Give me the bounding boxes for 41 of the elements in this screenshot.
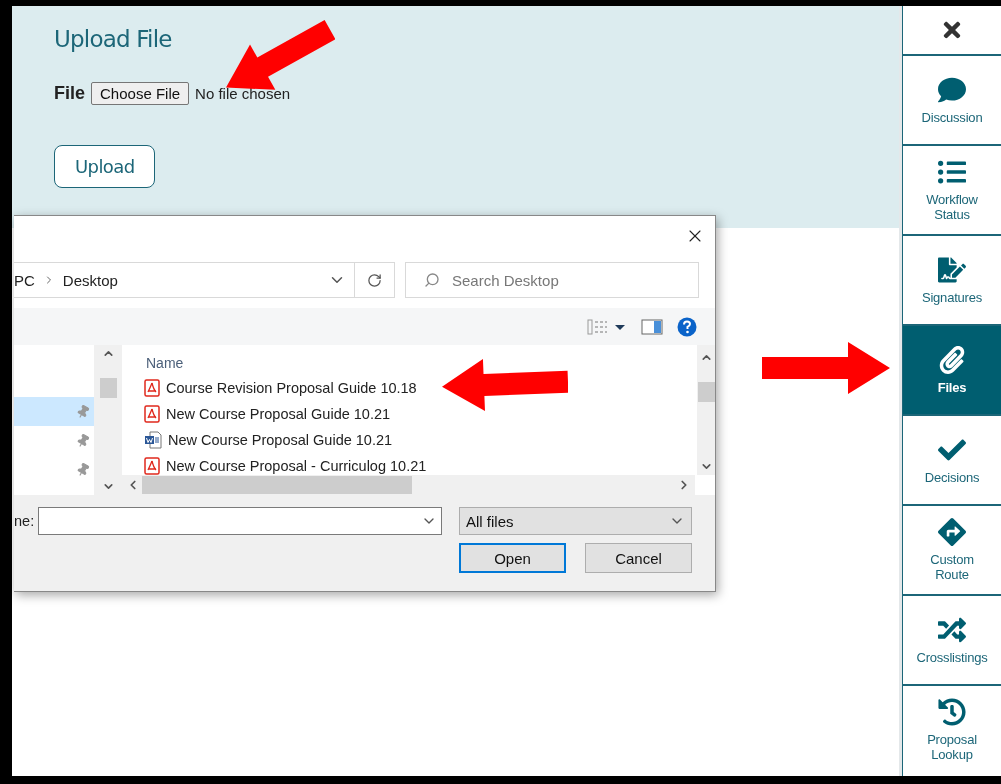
help-icon[interactable] (677, 316, 697, 337)
file-name[interactable]: New Course Proposal Guide 10.21 (166, 406, 391, 422)
view-options-icon[interactable] (587, 318, 627, 335)
sidebar-tab[interactable]: Files (903, 324, 1001, 414)
field-label: File (54, 83, 85, 104)
file-name-field[interactable] (38, 507, 442, 535)
dialog-button[interactable]: Cancel (585, 543, 692, 573)
file-name[interactable]: Course Revision Proposal Guide 10.18 (166, 380, 417, 396)
file-status: No file chosen (195, 85, 291, 102)
upload-button[interactable]: Upload (54, 145, 156, 188)
search-field[interactable]: Search Desktop (405, 262, 699, 298)
pdf-file-icon (144, 379, 160, 397)
breadcrumb-item[interactable]: PC (14, 271, 35, 289)
file-type-select[interactable]: All files (459, 507, 692, 535)
field-label: ne: (14, 513, 36, 529)
address-bar[interactable]: PC Desktop (14, 262, 395, 298)
choose-file-button[interactable]: Choose File (91, 82, 190, 105)
word-file-icon (144, 431, 162, 449)
route-sign-icon (938, 518, 966, 546)
list-icon (938, 158, 966, 186)
file-name[interactable]: New Course Proposal Guide 10.21 (168, 432, 393, 448)
pdf-file-icon (144, 457, 160, 475)
panel-title: Upload File (54, 26, 172, 52)
column-header[interactable]: Name (146, 351, 697, 375)
file-name[interactable]: New Course Proposal - Curriculog 10.21 (166, 458, 427, 474)
paperclip-icon (938, 345, 966, 374)
dialog-button[interactable]: Open (459, 543, 566, 573)
history-icon (938, 698, 966, 726)
preview-pane-icon[interactable] (641, 318, 663, 335)
signature-icon (938, 255, 966, 284)
scroll-thumb[interactable] (142, 476, 412, 494)
speech-bubble-icon (938, 75, 966, 104)
nav-item[interactable] (14, 397, 94, 426)
search-icon (424, 272, 440, 288)
refresh-icon (367, 272, 382, 288)
scrollbar[interactable] (697, 345, 715, 475)
pdf-file-icon (144, 405, 160, 423)
breadcrumb-item[interactable]: Desktop (62, 271, 118, 289)
scroll-thumb[interactable] (697, 382, 715, 402)
shuffle-icon (938, 615, 966, 644)
scroll-thumb[interactable] (99, 378, 117, 398)
